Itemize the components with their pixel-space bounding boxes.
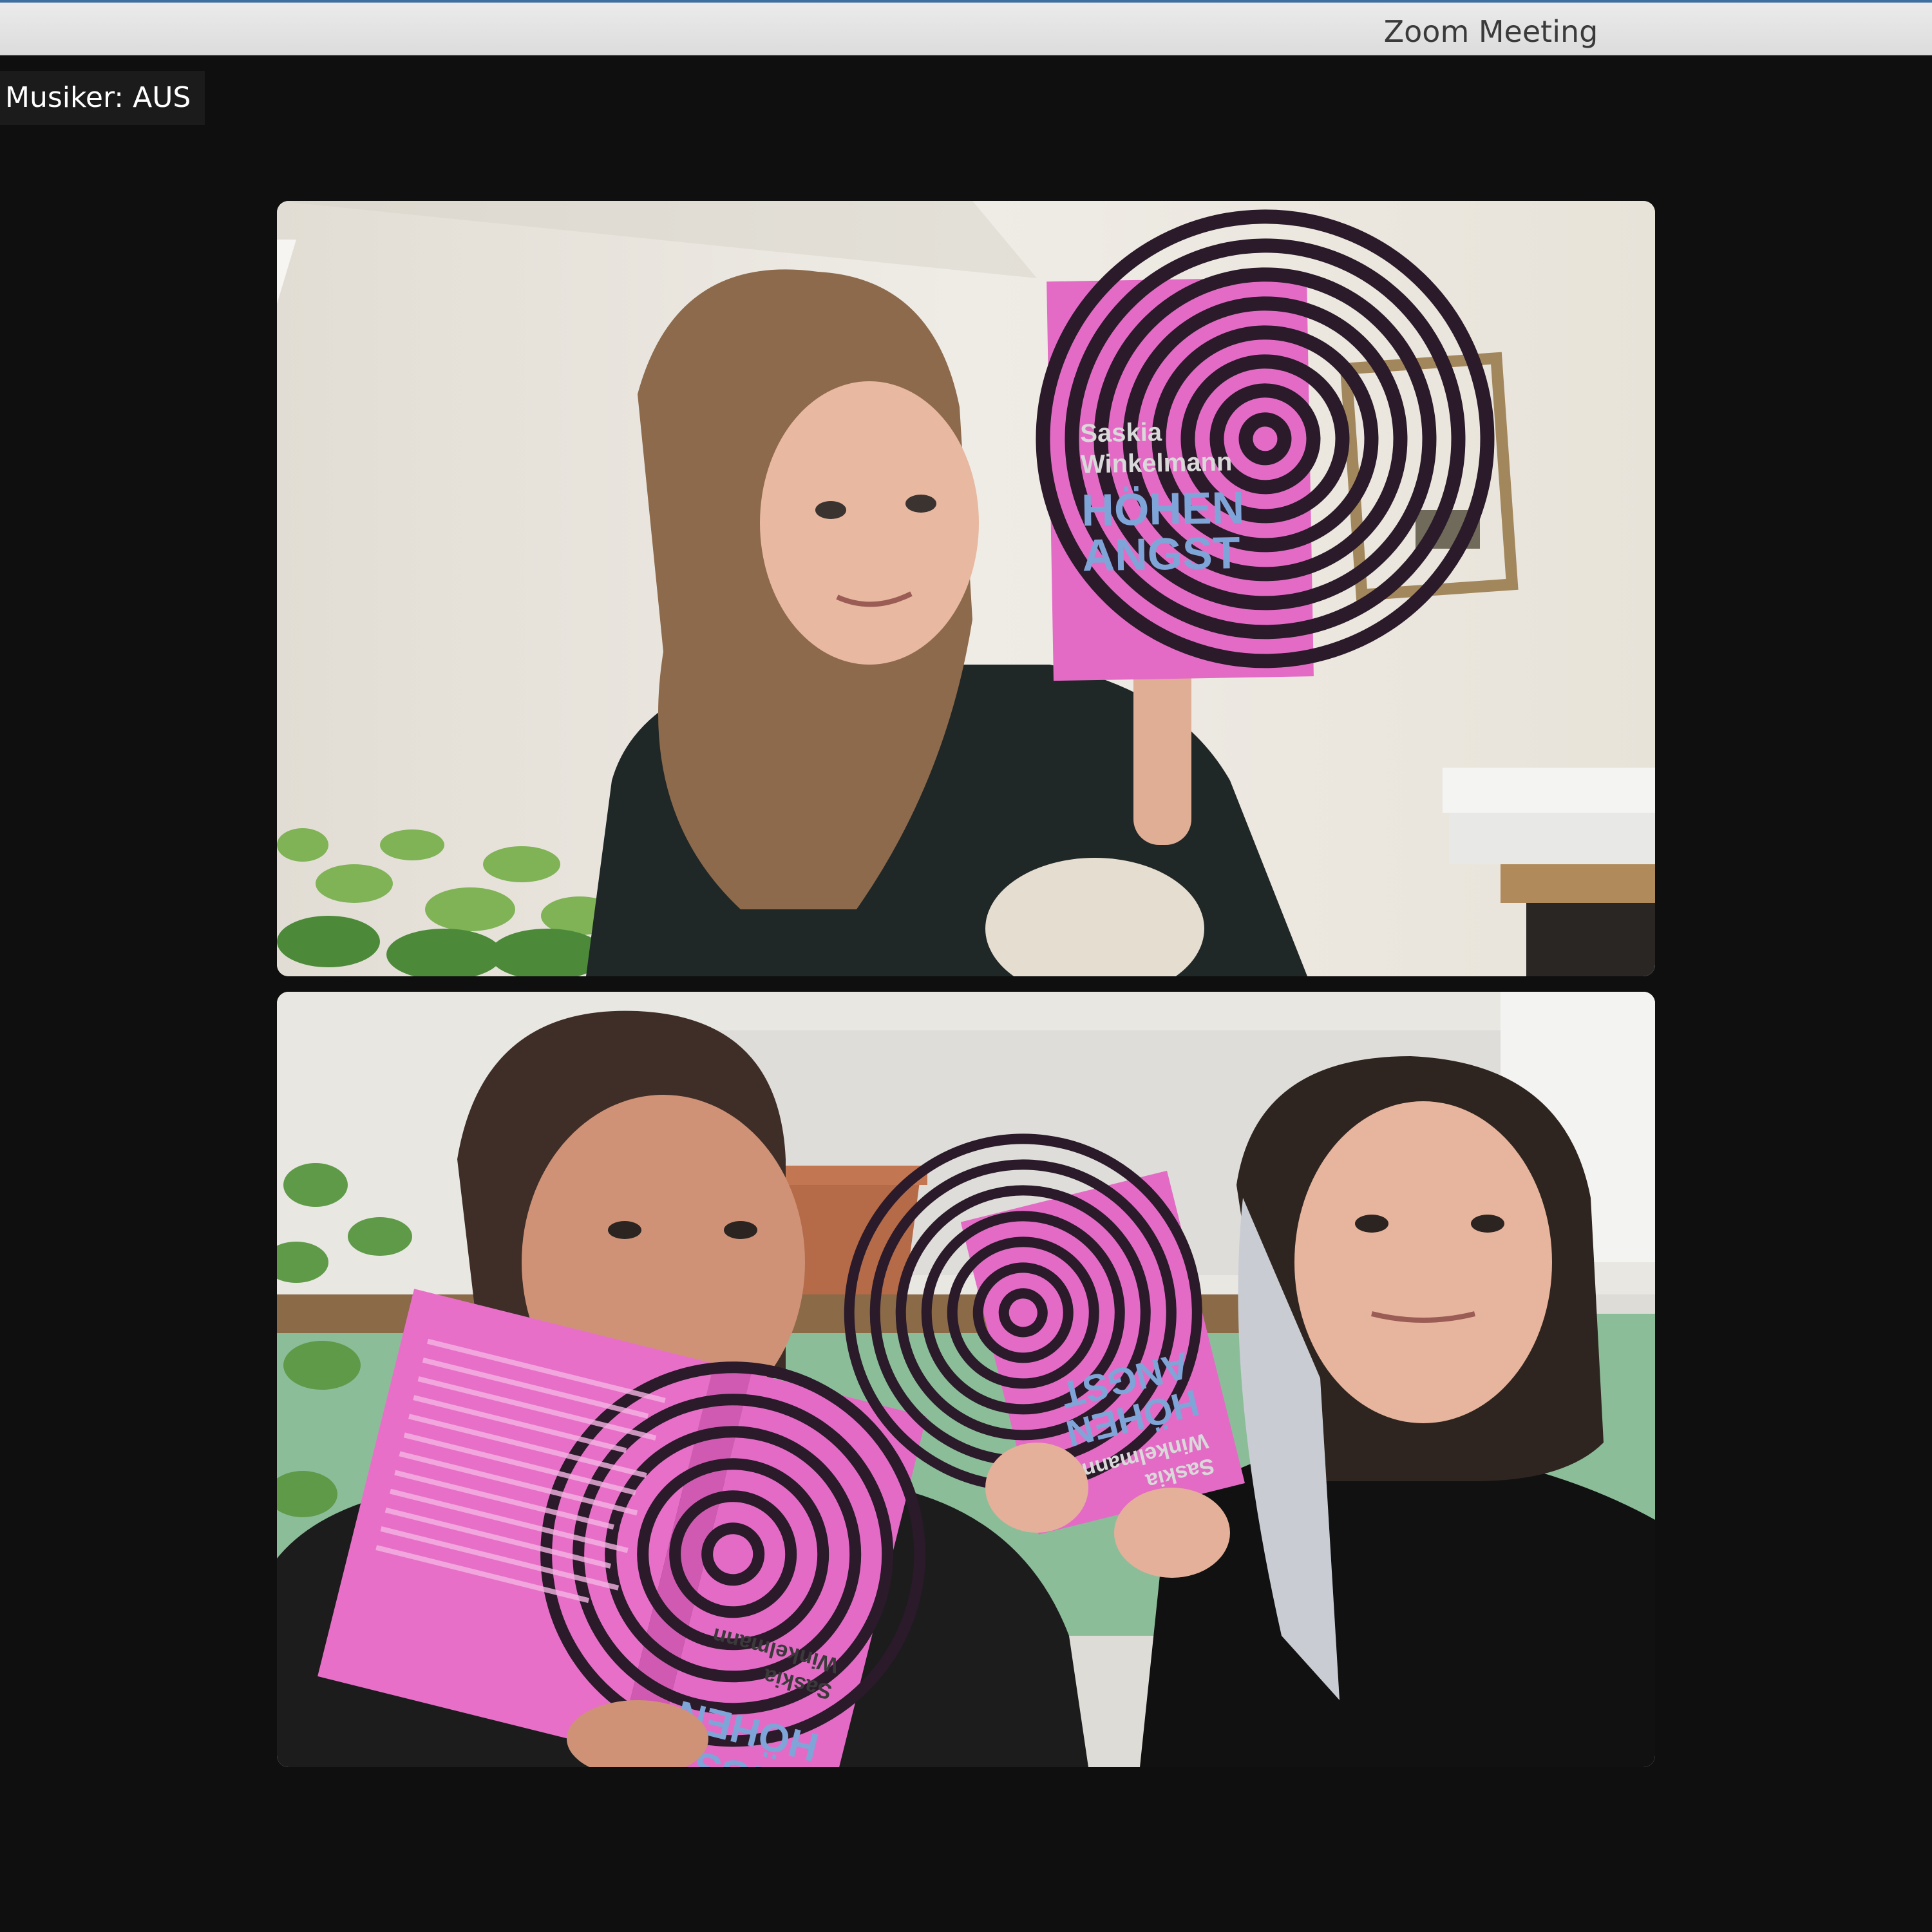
video-feed-top: Saskia Winkelmann HÖHEN ANGST [277,201,1655,976]
window-title: Zoom Meeting [1383,14,1598,49]
window-titlebar[interactable]: Zoom Meeting [0,0,1932,55]
active-speaker-label: Musiker: AUS [0,71,205,125]
book-author-line2: Winkelmann [1081,448,1233,478]
video-feed-bottom: Saskia Winkelmann HÖHEN ANGST [277,992,1655,1767]
book-title-line2: ANGST [1082,527,1240,580]
video-tile-top[interactable]: Saskia Winkelmann HÖHEN ANGST [277,201,1655,976]
video-tile-bottom[interactable]: Saskia Winkelmann HÖHEN ANGST [277,992,1655,1767]
book-author-line1: Saskia [1080,418,1162,448]
